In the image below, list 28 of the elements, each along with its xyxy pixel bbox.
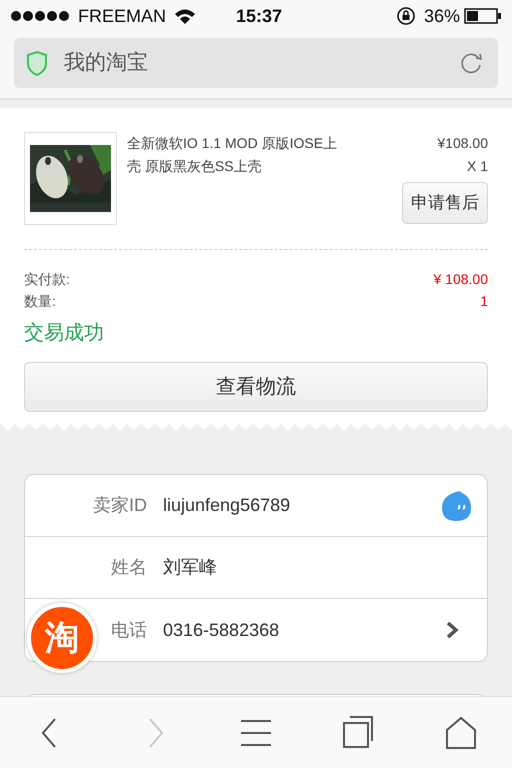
clock-time: 15:37	[236, 4, 282, 28]
wifi-icon	[174, 8, 196, 24]
address-field[interactable]: 我的淘宝	[14, 38, 498, 88]
shield-icon	[26, 50, 48, 76]
field-value: 刘军峰	[163, 556, 217, 579]
view-logistics-button[interactable]: 查看物流	[24, 362, 488, 412]
summary-value: ¥ 108.00	[434, 270, 488, 289]
signal-icon	[10, 10, 70, 22]
field-label: 姓名	[111, 556, 147, 579]
product-price: ¥108.00	[437, 134, 488, 153]
summary-value: 1	[480, 292, 488, 311]
field-value: 0316-5882368	[163, 618, 280, 642]
battery-icon	[464, 8, 502, 24]
field-label: 电话	[111, 618, 147, 642]
after-sales-button[interactable]: 申请售后	[402, 182, 488, 224]
rotation-lock-icon	[396, 6, 416, 26]
page-title: 我的淘宝	[64, 50, 148, 76]
order-status: 交易成功	[24, 321, 105, 346]
battery-percent: 36%	[424, 4, 460, 28]
carrier-name: FREEMAN	[78, 4, 166, 28]
summary-label: 数量:	[24, 292, 56, 311]
product-quantity: X 1	[466, 157, 488, 176]
field-label: 卖家ID	[93, 494, 147, 517]
chat-bubble-icon	[439, 488, 473, 522]
product-title: 全新微软IO 1.1 MOD 原版IOSE上壳 原版黑灰色SS上壳	[127, 134, 338, 176]
field-value: liujunfeng56789	[163, 494, 290, 517]
summary-label: 实付款:	[24, 270, 70, 289]
chevron-right-icon[interactable]	[445, 621, 459, 639]
